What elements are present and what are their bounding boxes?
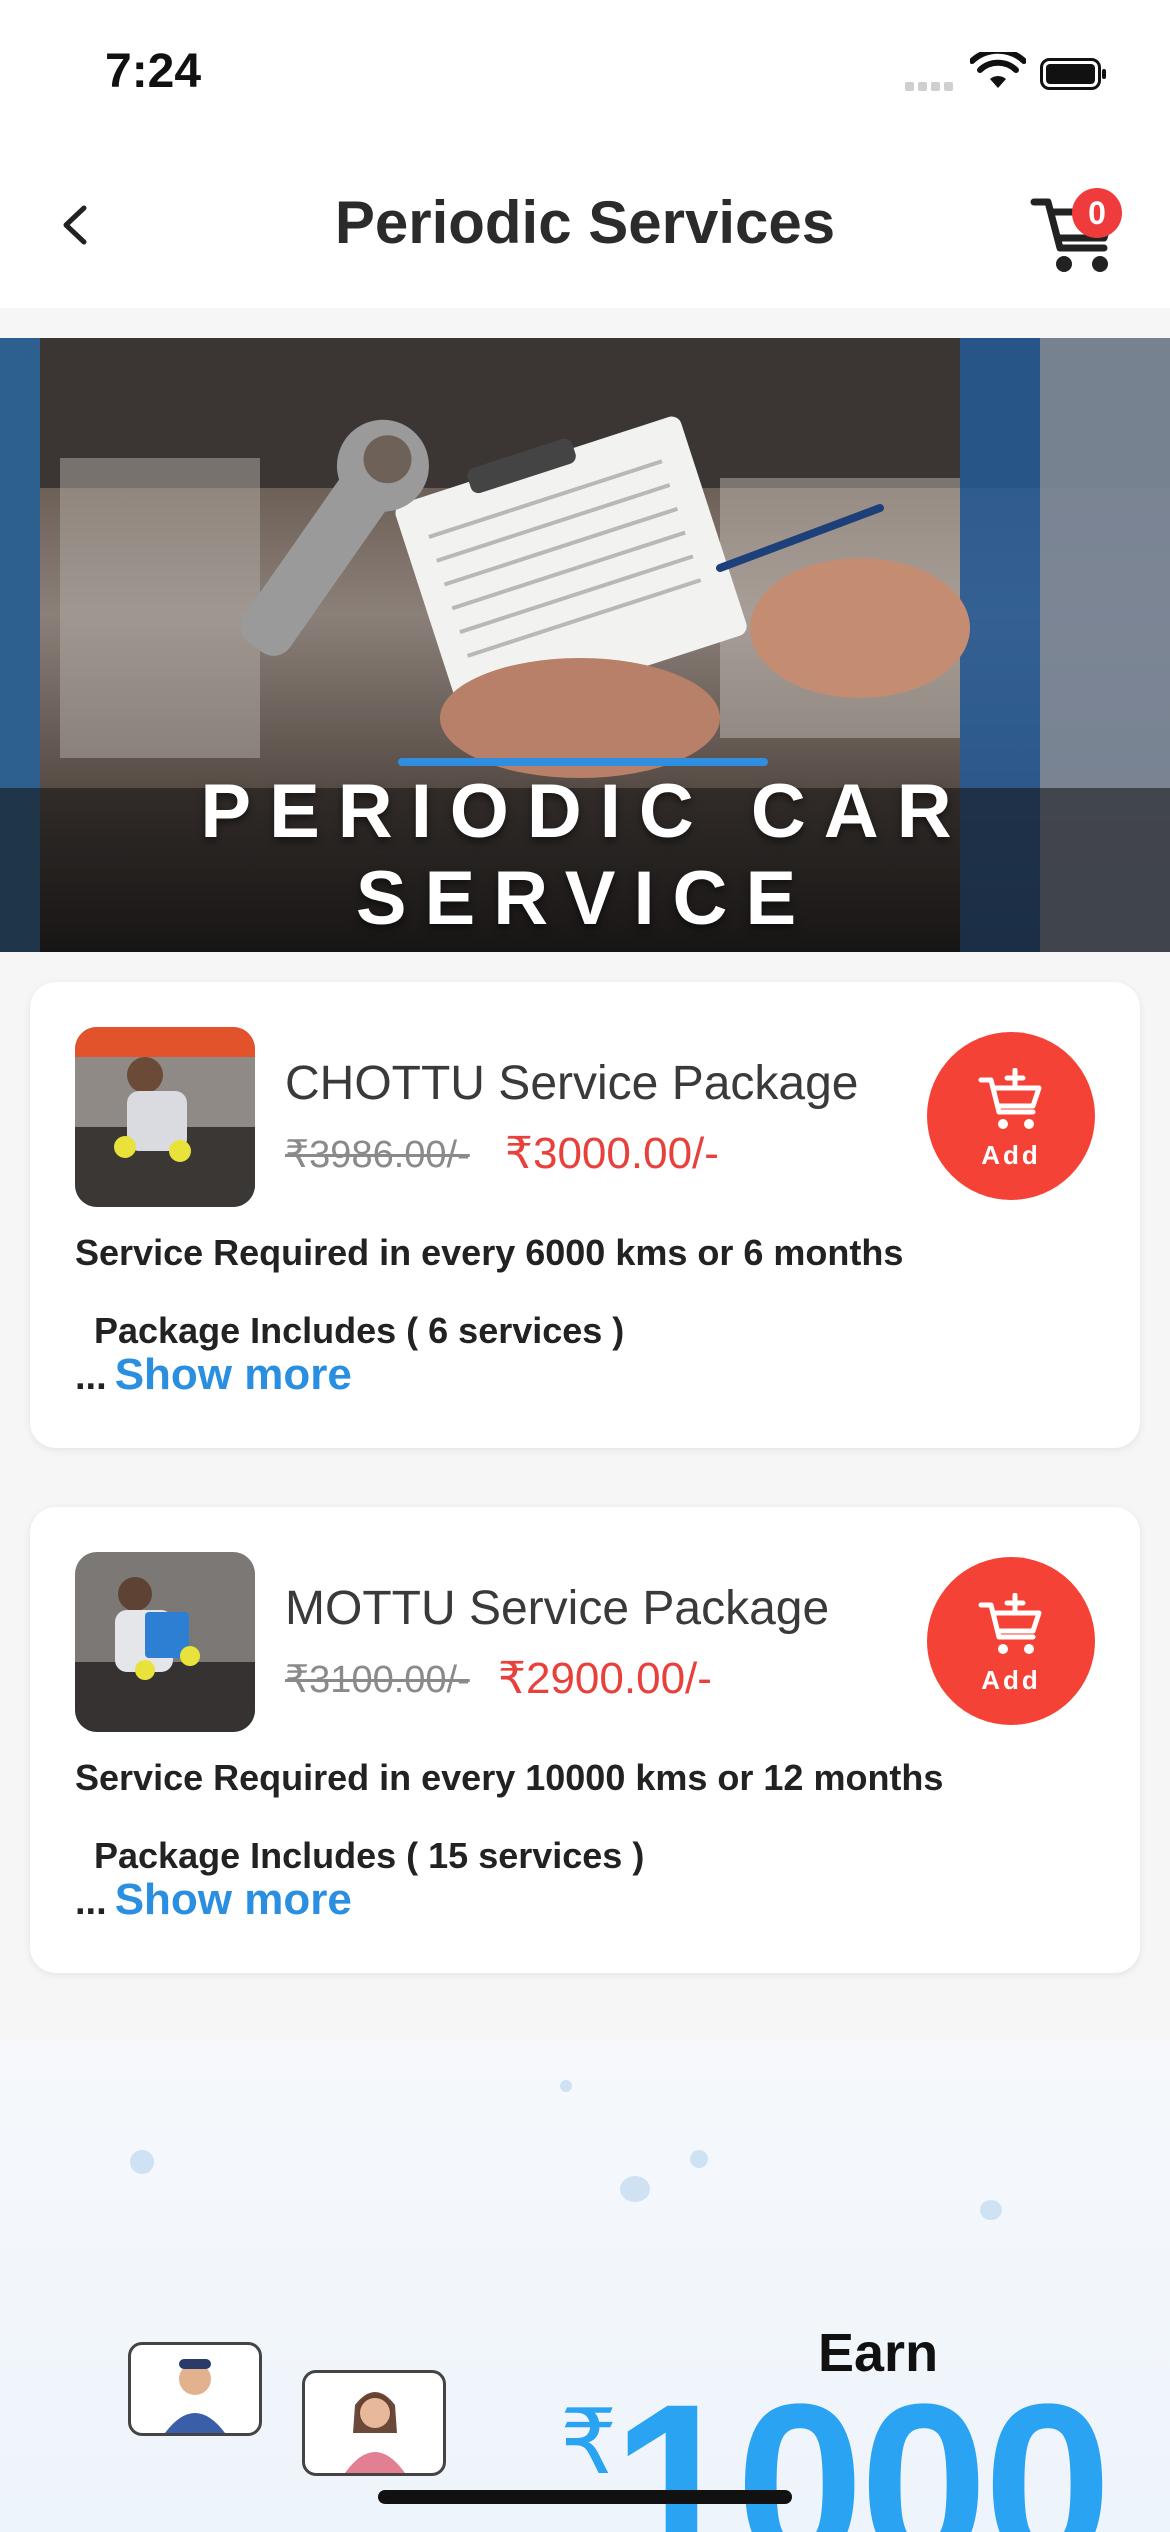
decor-dot [980,2200,1002,2220]
package-card-chottu[interactable]: CHOTTU Service Package ₹3986.00/- ₹3000.… [30,982,1140,1448]
banner-title: PERIODIC CAR SERVICE [200,769,970,941]
package-new-price: ₹2900.00/- [498,1654,712,1703]
promo-currency: ₹ [560,2393,618,2493]
package-thumbnail [75,1027,255,1207]
add-label: Add [981,1140,1041,1170]
decor-dot [690,2150,708,2168]
service-interval: Service Required in every 10000 kms or 1… [75,1757,944,1798]
service-interval: Service Required in every 6000 kms or 6 … [75,1232,904,1273]
status-time: 7:24 [105,45,202,98]
battery-icon [1040,58,1106,90]
avatar-bubble-man [128,2342,262,2436]
add-to-cart-button[interactable]: Add [927,1032,1095,1200]
show-more-link[interactable]: Show more [115,1350,352,1399]
show-more-link[interactable]: Show more [115,1875,352,1924]
add-to-cart-icon [978,1593,1042,1654]
package-thumbnail [75,1552,255,1732]
package-old-price: ₹3986.00/- [285,1134,470,1176]
avatar-bubble-woman [302,2370,446,2476]
cart-count-badge: 0 [1072,188,1122,238]
add-label: Add [981,1665,1041,1695]
package-includes: Package Includes ( 6 services ) [94,1310,625,1351]
package-includes: Package Includes ( 15 services ) [94,1835,645,1876]
app-header: Periodic Services 0 [0,150,1170,308]
add-to-cart-button[interactable]: Add [927,1557,1095,1725]
wifi-icon [970,52,1026,88]
show-more-row: ... Show more [75,1875,352,1925]
package-name: MOTTU Service Package [285,1582,830,1635]
add-to-cart-icon [978,1068,1042,1129]
decor-dot [620,2176,650,2202]
cellular-signal-icon [905,78,961,92]
promo-amount: 1000 [612,2356,1112,2532]
package-name: CHOTTU Service Package [285,1057,859,1110]
ellipsis: ... [75,1356,107,1398]
package-card-mottu[interactable]: MOTTU Service Package ₹3100.00/- ₹2900.0… [30,1507,1140,1973]
decor-dot [560,2080,572,2092]
decor-dot [130,2150,154,2174]
referral-promo-banner[interactable]: Earn ₹ 1000 [0,2040,1170,2532]
page-title: Periodic Services [334,189,836,256]
periodic-service-banner: PERIODIC CAR SERVICE [0,338,1170,952]
status-bar: 7:24 [0,0,1170,150]
home-indicator[interactable] [378,2490,792,2504]
package-new-price: ₹3000.00/- [505,1129,719,1178]
ellipsis: ... [75,1881,107,1923]
package-old-price: ₹3100.00/- [285,1659,470,1701]
show-more-row: ... Show more [75,1350,352,1400]
banner-accent-line [398,758,768,766]
